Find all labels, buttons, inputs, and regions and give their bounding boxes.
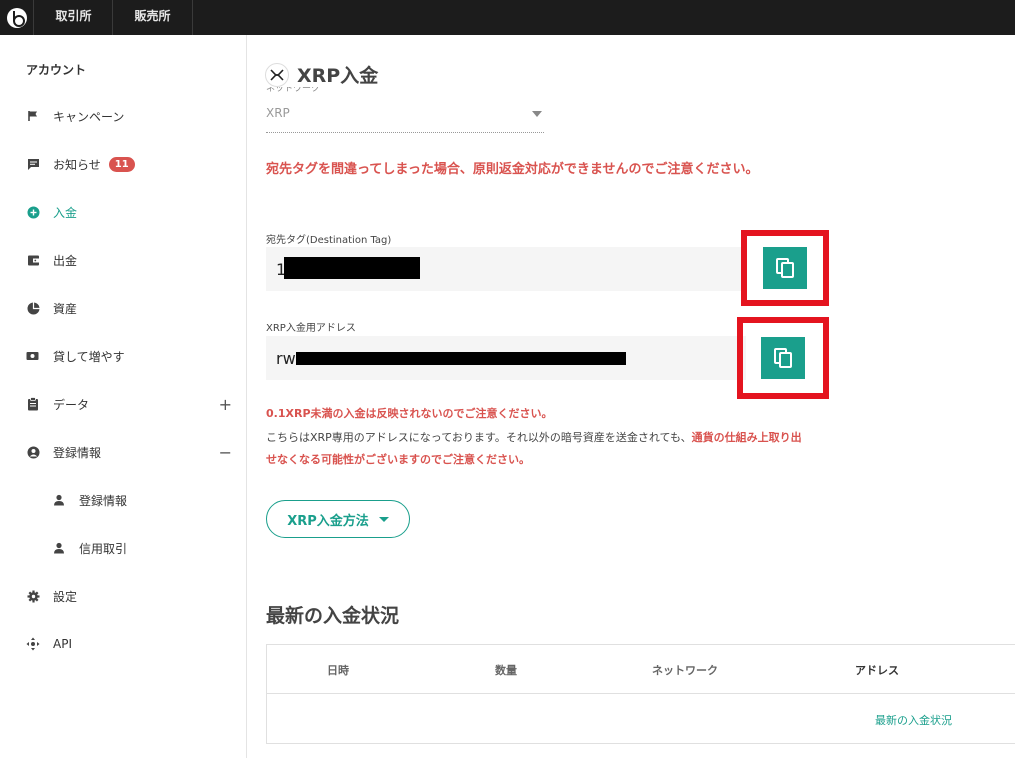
sidebar-item-withdraw[interactable]: 出金	[26, 250, 236, 270]
user-circle-icon	[26, 445, 40, 459]
sidebar-item-news[interactable]: お知らせ 11	[26, 154, 236, 174]
column-header-address: アドレス	[855, 664, 899, 677]
sidebar-item-deposit[interactable]: 入金	[26, 202, 236, 222]
gear-icon	[26, 589, 40, 603]
sidebar-item-label: 出金	[53, 253, 78, 268]
highlight-frame-tag	[741, 230, 829, 306]
sidebar-item-registration[interactable]: 登録情報 −	[26, 442, 236, 462]
cash-icon	[26, 349, 40, 363]
destination-tag-label: 宛先タグ(Destination Tag)	[266, 235, 392, 246]
note-text: こちらはXRP専用のアドレスになっております。それ以外の暗号資産を送金されても、	[266, 431, 692, 444]
table-divider	[267, 693, 1015, 694]
sidebar-item-label: API	[53, 637, 72, 651]
user-icon	[52, 541, 66, 555]
xrp-logo-icon	[265, 62, 289, 87]
network-select[interactable]: XRP	[266, 99, 544, 133]
highlight-frame-address	[737, 317, 829, 399]
sidebar-item-data[interactable]: データ +	[26, 394, 236, 414]
top-navigation-bar: 取引所 販売所	[0, 0, 1015, 35]
deposit-address-field[interactable]: rw	[266, 336, 746, 380]
sidebar-item-label: データ	[53, 397, 90, 412]
sidebar-item-label: 登録情報	[79, 493, 128, 508]
flag-icon	[26, 109, 40, 123]
network-selected-value: XRP	[266, 106, 290, 120]
sidebar: アカウント キャンペーン お知らせ 11 入金 出金 資産 貸して増やす データ…	[0, 35, 247, 758]
sidebar-item-lending[interactable]: 貸して増やす	[26, 346, 236, 366]
column-header-amount: 数量	[495, 664, 517, 677]
tab-exchange[interactable]: 取引所	[35, 0, 113, 35]
redaction-block	[284, 257, 420, 279]
pie-chart-icon	[26, 301, 40, 315]
sidebar-item-label: 設定	[53, 589, 78, 604]
plus-circle-icon	[26, 205, 40, 219]
address-label: XRP入金用アドレス	[266, 323, 356, 334]
sidebar-heading: アカウント	[26, 63, 87, 77]
caret-down-icon	[378, 516, 389, 522]
page-header: XRP入金	[265, 61, 378, 88]
column-header-network: ネットワーク	[652, 664, 718, 677]
sidebar-subitem-margin-trading[interactable]: 信用取引	[52, 538, 262, 558]
sidebar-item-settings[interactable]: 設定	[26, 586, 236, 606]
deposit-method-button[interactable]: XRP入金方法	[266, 500, 410, 538]
sidebar-item-label: 資産	[53, 301, 78, 316]
tab-sales[interactable]: 販売所	[113, 0, 193, 35]
sidebar-item-label: お知らせ	[53, 157, 101, 172]
destination-tag-field[interactable]: 1	[266, 247, 746, 291]
redaction-block	[296, 352, 626, 365]
user-icon	[52, 493, 66, 507]
sidebar-item-api[interactable]: API	[26, 634, 236, 654]
sidebar-item-label: 信用取引	[79, 541, 128, 556]
page-title: XRP入金	[297, 65, 379, 87]
sidebar-item-assets[interactable]: 資産	[26, 298, 236, 318]
deposit-method-label: XRP入金方法	[287, 513, 369, 529]
caret-down-icon	[532, 111, 542, 117]
copy-icon	[774, 348, 792, 368]
message-icon	[26, 157, 40, 171]
api-icon	[26, 637, 40, 651]
deposit-history-title: 最新の入金状況	[266, 605, 400, 627]
main-content: XRP入金 ネットワーク XRP 宛先タグを間違ってしまった場合、原則返金対応が…	[247, 35, 1015, 758]
sidebar-item-label: 貸して増やす	[53, 349, 125, 364]
xrp-only-note: こちらはXRP専用のアドレスになっております。それ以外の暗号資産を送金されても、…	[266, 427, 806, 471]
column-header-datetime: 日時	[327, 664, 349, 677]
sidebar-subitem-registration[interactable]: 登録情報	[52, 490, 262, 510]
notification-badge: 11	[108, 156, 135, 172]
copy-address-button[interactable]	[761, 337, 805, 379]
sidebar-item-label: 入金	[53, 205, 78, 220]
network-label: ネットワーク	[266, 87, 321, 94]
copy-icon	[776, 258, 794, 278]
destination-tag-warning: 宛先タグを間違ってしまった場合、原則返金対応ができませんのでご注意ください。	[266, 162, 759, 177]
deposit-address-value: rw	[276, 349, 296, 368]
clipboard-icon	[26, 397, 40, 411]
expand-icon[interactable]: +	[219, 395, 232, 414]
wallet-icon	[26, 253, 40, 267]
sidebar-item-label: キャンペーン	[53, 109, 125, 124]
deposit-history-table: 日時 数量 ネットワーク アドレス 最新の入金状況	[266, 644, 1015, 744]
copy-destination-tag-button[interactable]	[763, 247, 807, 289]
minimum-deposit-note: 0.1XRP未満の入金は反映されないのでご注意ください。	[266, 407, 553, 420]
collapse-icon[interactable]: −	[219, 443, 232, 462]
latest-deposit-status-link[interactable]: 最新の入金状況	[875, 712, 952, 728]
logo-icon[interactable]	[0, 0, 34, 35]
sidebar-item-campaign[interactable]: キャンペーン	[26, 106, 236, 126]
sidebar-item-label: 登録情報	[53, 445, 102, 460]
